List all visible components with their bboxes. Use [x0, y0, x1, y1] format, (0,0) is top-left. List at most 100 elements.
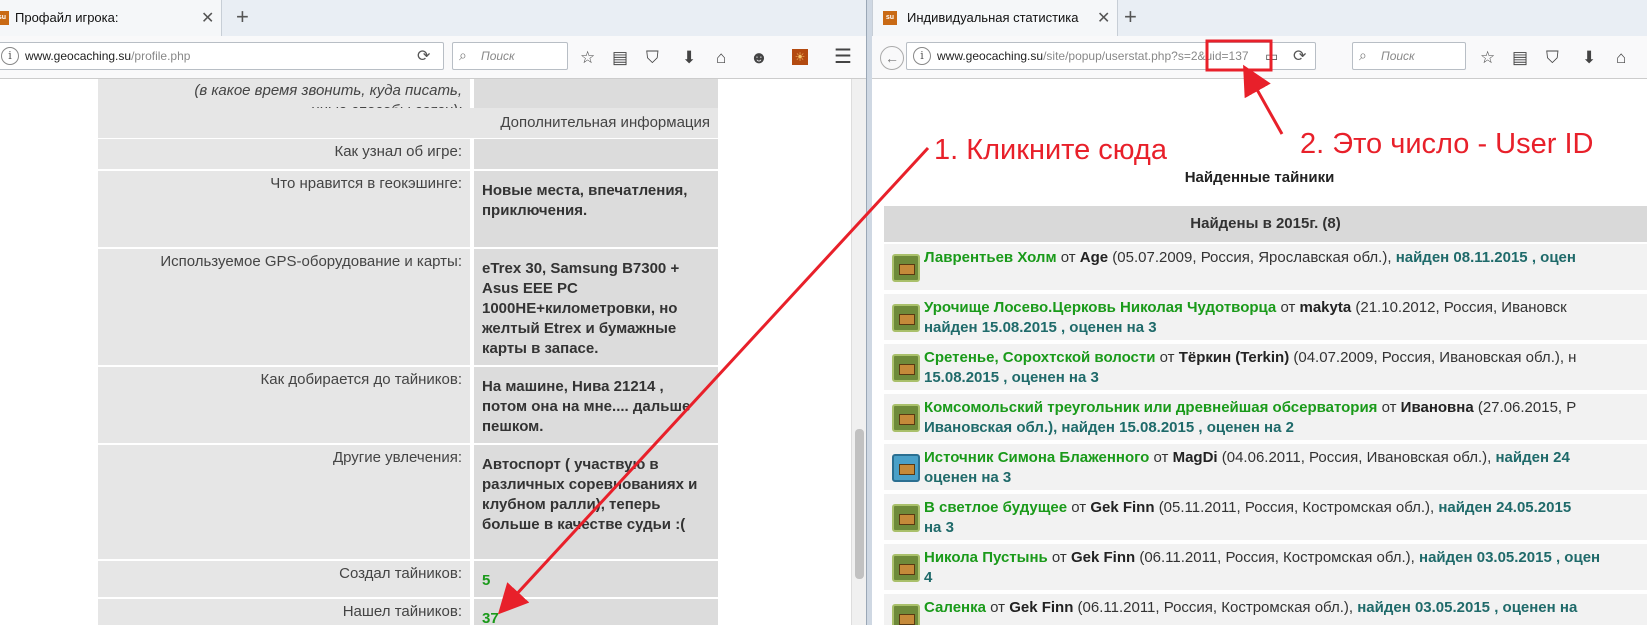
cache-owner-link[interactable]: Ивановна: [1401, 399, 1474, 416]
pocket-icon[interactable]: ⛉: [646, 49, 659, 66]
found-info-line2: 4: [924, 569, 933, 586]
cache-name-link[interactable]: Источник Симона Блаженного: [924, 449, 1149, 466]
cache-entry-text: Лаврентьев Холм от Age (05.07.2009, Росс…: [924, 248, 1647, 268]
right-browser-window: su Индивидуальная статистика ✕ + ← i www…: [872, 0, 1647, 625]
cache-owner-link[interactable]: makyta: [1300, 299, 1352, 316]
cache-entry-text: Сретенье, Сорохтской волости от Тёркин (…: [924, 348, 1647, 388]
new-tab-icon[interactable]: +: [236, 4, 249, 30]
cache-meta: (05.11.2011, Россия, Костромская обл.),: [1158, 499, 1435, 516]
found-info: найден 24: [1495, 449, 1570, 466]
search-placeholder: Поиск: [481, 49, 515, 63]
search-input-right[interactable]: ⌕ Поиск: [1352, 42, 1466, 70]
tab-bar: su Профайл игрока: ✕ +: [0, 0, 868, 37]
bookmark-star-icon[interactable]: ☆: [1480, 49, 1495, 66]
profile-row-label: Что нравится в геокэшинге:: [98, 171, 470, 247]
site-favicon-icon: su: [0, 11, 9, 25]
annotation-step1: 1. Кликните сюда: [934, 134, 1167, 166]
cache-name-link[interactable]: Сретенье, Сорохтской волости: [924, 349, 1155, 366]
cache-owner-link[interactable]: MagDi: [1173, 449, 1218, 466]
bookmark-star-icon[interactable]: ☆: [580, 49, 595, 66]
search-input[interactable]: ⌕ Поиск: [452, 42, 568, 70]
page-heading: Найденные тайники: [1184, 169, 1335, 186]
cache-entry: Источник Симона Блаженного от MagDi (04.…: [884, 444, 1647, 492]
home-icon[interactable]: ⌂: [716, 49, 726, 66]
nav-toolbar: i www.geocaching.su/profile.php ⟳ ⌕ Поис…: [0, 36, 868, 79]
found-info-line2: оценен на 3: [924, 469, 1012, 486]
site-favicon-icon: su: [883, 11, 897, 25]
profile-row: Что нравится в геокэшинге: Новые места, в…: [98, 171, 718, 247]
traditional-cache-icon: [892, 404, 920, 432]
cache-name-link[interactable]: Никола Пустынь: [924, 549, 1048, 566]
reading-list-icon[interactable]: ▤: [1512, 49, 1528, 66]
profile-row-label: Как добирается до тайников:: [98, 367, 470, 443]
new-tab-icon[interactable]: +: [1124, 4, 1137, 30]
site-info-icon[interactable]: i: [913, 47, 931, 65]
from-label: от: [1051, 549, 1067, 566]
cache-entry: Сретенье, Сорохтской волости от Тёркин (…: [884, 344, 1647, 392]
profile-row-label: Используемое GPS-оборудование и карты:: [98, 249, 470, 365]
cache-name-link[interactable]: В светлое будущее: [924, 499, 1067, 516]
address-bar[interactable]: i www.geocaching.su/profile.php ⟳: [0, 42, 444, 70]
site-info-icon[interactable]: i: [1, 47, 19, 65]
cache-owner-link[interactable]: Age: [1080, 249, 1108, 266]
found-info-line2: 15.08.2015 , оценен на 3: [924, 369, 1099, 386]
cache-name-link[interactable]: Саленка: [924, 599, 986, 616]
cache-entry: Комсомольский треугольник или древнейшая…: [884, 394, 1647, 442]
found-info: найден 03.05.2015 , оценен на: [1357, 599, 1578, 616]
pocket-icon[interactable]: ⛉: [1546, 49, 1559, 66]
cache-entry-text: Источник Симона Блаженного от MagDi (04.…: [924, 448, 1647, 488]
home-icon[interactable]: ⌂: [1616, 49, 1626, 66]
reload-icon[interactable]: ⟳: [417, 46, 430, 66]
close-tab-icon[interactable]: ✕: [201, 8, 214, 28]
address-bar-right[interactable]: i www.geocaching.su/site/popup/userstat.…: [906, 42, 1316, 70]
reload-icon[interactable]: ⟳: [1293, 46, 1306, 66]
tab-bar-right: su Индивидуальная статистика ✕ +: [872, 0, 1647, 37]
cache-entry: Никола Пустынь от Gek Finn (06.11.2011, …: [884, 544, 1647, 592]
hello-icon[interactable]: ☻: [750, 49, 768, 66]
close-tab-icon[interactable]: ✕: [1097, 8, 1110, 28]
profile-row: Как добирается до тайников: На машине, Ни…: [98, 367, 718, 443]
menu-icon[interactable]: ☰: [834, 47, 852, 67]
address-url-right: www.geocaching.su/site/popup/userstat.ph…: [937, 49, 1249, 63]
from-label: от: [1071, 499, 1087, 516]
cache-name-link[interactable]: Урочище Лосево.Церковь Николая Чудотворц…: [924, 299, 1276, 316]
cache-owner-link[interactable]: Gek Finn: [1009, 599, 1073, 616]
profile-row-label: Нашел тайников:: [98, 599, 470, 625]
tab-title-right: Индивидуальная статистика: [907, 10, 1079, 25]
from-label: от: [1153, 449, 1169, 466]
cache-meta: (27.06.2015, Р: [1477, 399, 1577, 416]
profile-row-label: Как узнал об игре:: [98, 139, 470, 169]
found-info-line2: Ивановская обл.), найден 15.08.2015 , оц…: [924, 419, 1294, 436]
cache-entry-text: Урочище Лосево.Церковь Николая Чудотворц…: [924, 298, 1647, 338]
downloads-icon[interactable]: ⬇: [682, 49, 696, 66]
tab-player-profile[interactable]: su Профайл игрока: ✕: [0, 0, 222, 36]
back-icon[interactable]: ←: [880, 46, 904, 70]
year-header: Найдены в 2015г. (8): [884, 206, 1647, 242]
extension-icon[interactable]: ☀: [792, 49, 808, 65]
cache-entry: Лаврентьев Холм от Age (05.07.2009, Росс…: [884, 244, 1647, 292]
found-caches-count-link[interactable]: 37: [474, 599, 718, 625]
scrollbar-thumb[interactable]: [855, 429, 864, 579]
profile-row: Создал тайников: 5: [98, 561, 718, 597]
found-info: найден 03.05.2015 , оцен: [1419, 549, 1601, 566]
section-title: Дополнительная информация: [98, 108, 718, 138]
profile-row-value: eTrex 30, Samsung B7300 + Asus EEE PC 10…: [474, 249, 718, 365]
downloads-icon[interactable]: ⬇: [1582, 49, 1596, 66]
cache-name-link[interactable]: Лаврентьев Холм: [924, 249, 1057, 266]
found-info-line2: на 3: [924, 519, 954, 536]
cache-name-link[interactable]: Комсомольский треугольник или древнейшая…: [924, 399, 1377, 416]
cache-owner-link[interactable]: Gek Finn: [1071, 549, 1135, 566]
from-label: от: [1381, 399, 1397, 416]
profile-row: Используемое GPS-оборудование и карты: eT…: [98, 249, 718, 365]
reading-list-icon[interactable]: ▤: [612, 49, 628, 66]
cache-owner-link[interactable]: Gek Finn: [1090, 499, 1154, 516]
tab-user-statistics[interactable]: su Индивидуальная статистика ✕: [872, 0, 1118, 36]
profile-row-value: Новые места, впечатления, приключения.: [474, 171, 718, 247]
reader-view-icon[interactable]: ▭: [1265, 48, 1278, 65]
cache-entry: В светлое будущее от Gek Finn (05.11.201…: [884, 494, 1647, 542]
created-caches-count-link[interactable]: 5: [474, 561, 718, 597]
profile-row-value: [474, 139, 718, 169]
from-label: от: [1060, 249, 1076, 266]
cache-owner-link[interactable]: Тёркин (Terkin): [1179, 349, 1290, 366]
traditional-cache-icon: [892, 354, 920, 382]
